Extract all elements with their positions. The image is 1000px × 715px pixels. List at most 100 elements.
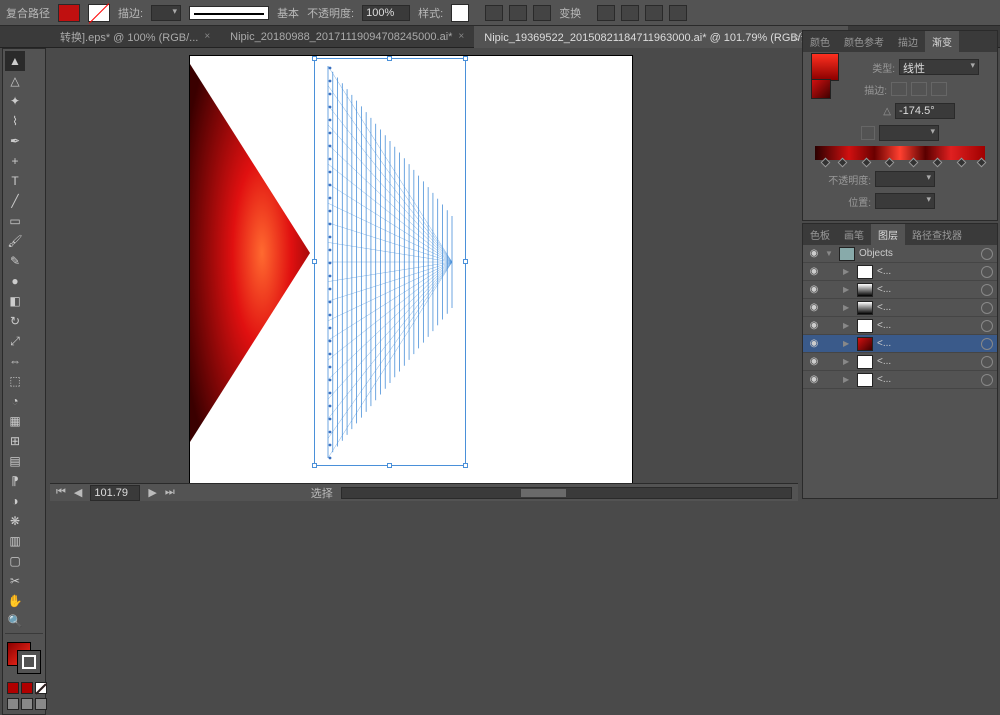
scrollbar-thumb[interactable] [521,489,566,497]
disclosure-icon[interactable]: ▶ [843,285,853,294]
direct-selection-tool[interactable]: △ [5,71,25,91]
draw-mode-icon[interactable] [21,698,33,710]
swatch[interactable] [21,682,33,694]
paintbrush-tool[interactable]: 🖌 [5,231,25,251]
canvas-area[interactable] [50,48,798,483]
gradient-stop[interactable] [956,158,966,168]
selection-handle[interactable] [387,463,392,468]
panel-tab-pathfinder[interactable]: 路径查找器 [905,224,969,245]
gradient-type-select[interactable]: 线性 [899,59,979,75]
panel-tab-swatches[interactable]: 色板 [803,224,837,245]
selection-handle[interactable] [312,56,317,61]
opacity-label[interactable]: 不透明度: [307,5,354,21]
angle-input[interactable] [895,103,955,119]
gradient-stop[interactable] [820,158,830,168]
transform-icon[interactable] [645,5,663,21]
draw-mode-icon[interactable] [35,698,47,710]
line-tool[interactable]: ╱ [5,191,25,211]
document-tab[interactable]: 转换].eps* @ 100% (RGB/...× [50,26,220,48]
disclosure-icon[interactable]: ▶ [843,321,853,330]
disclosure-icon[interactable]: ▶ [843,339,853,348]
transform-link[interactable]: 变换 [559,5,581,21]
target-icon[interactable] [981,266,993,278]
mesh-tool[interactable]: ⊞ [5,431,25,451]
visibility-icon[interactable]: ◉ [807,320,821,331]
target-icon[interactable] [981,302,993,314]
stroke-style-preview[interactable] [189,6,269,20]
stop-position-input[interactable] [875,193,935,209]
first-artboard-icon[interactable]: ⏮ [56,486,66,499]
scale-tool[interactable]: ⤢ [5,331,25,351]
hand-tool[interactable]: ✋ [5,591,25,611]
layer-row[interactable]: ◉ ▼ Objects [803,245,997,263]
panel-tab-layers[interactable]: 图层 [871,224,905,245]
rotate-tool[interactable]: ↻ [5,311,25,331]
layer-row[interactable]: ◉▶<... [803,335,997,353]
lasso-tool[interactable]: ⌇ [5,111,25,131]
stroke-color-chip[interactable] [88,4,110,22]
stroke-weight-select[interactable] [151,5,181,21]
panel-tab-stroke[interactable]: 描边 [891,31,925,52]
target-icon[interactable] [981,284,993,296]
last-artboard-icon[interactable]: ⏭ [165,486,175,499]
layer-row[interactable]: ◉▶<... [803,263,997,281]
symbol-sprayer-tool[interactable]: ❋ [5,511,25,531]
align-icon[interactable] [509,5,527,21]
artboard-tool[interactable]: ▢ [5,551,25,571]
selection-tool[interactable]: ▲ [5,51,25,71]
target-icon[interactable] [981,338,993,350]
transform-icon[interactable] [669,5,687,21]
type-tool[interactable]: T [5,171,25,191]
pen-tool[interactable]: ✒ [5,131,25,151]
selection-handle[interactable] [312,463,317,468]
target-icon[interactable] [981,248,993,260]
stop-opacity-input[interactable] [875,171,935,187]
gradient-stop[interactable] [933,158,943,168]
selection-bounding-box[interactable] [314,58,466,466]
panel-tab-gradient[interactable]: 渐变 [925,31,959,52]
eyedropper-tool[interactable]: ⁋ [5,471,25,491]
next-artboard-icon[interactable]: ▶ [148,486,156,499]
selection-handle[interactable] [463,56,468,61]
draw-mode-icon[interactable] [7,698,19,710]
stroke-type-icon[interactable] [931,82,947,96]
document-tab[interactable]: Nipic_20180988_20171119094708245000.ai*× [220,28,474,46]
width-tool[interactable]: ⇔ [5,351,25,371]
aspect-select[interactable] [879,125,939,141]
visibility-icon[interactable]: ◉ [807,356,821,367]
selection-handle[interactable] [463,463,468,468]
zoom-input[interactable] [90,485,140,501]
transform-icon[interactable] [597,5,615,21]
visibility-icon[interactable]: ◉ [807,266,821,277]
rectangle-tool[interactable]: ▭ [5,211,25,231]
gradient-fill-swatch[interactable] [811,79,831,99]
stroke-type-icon[interactable] [911,82,927,96]
layer-row[interactable]: ◉▶<... [803,317,997,335]
selection-handle[interactable] [463,259,468,264]
gradient-stop[interactable] [837,158,847,168]
layer-row[interactable]: ◉▶<... [803,371,997,389]
close-icon[interactable]: × [204,31,210,42]
free-transform-tool[interactable]: ⬚ [5,371,25,391]
pencil-tool[interactable]: ✎ [5,251,25,271]
layer-row[interactable]: ◉▶<... [803,299,997,317]
slice-tool[interactable]: ✂ [5,571,25,591]
zoom-tool[interactable]: 🔍 [5,611,25,631]
fill-color-chip[interactable] [58,4,80,22]
target-icon[interactable] [981,320,993,332]
disclosure-icon[interactable]: ▶ [843,357,853,366]
tab-overflow-icon[interactable]: » [793,30,800,44]
magic-wand-tool[interactable]: ✦ [5,91,25,111]
shape-builder-tool[interactable]: ◔ [5,391,25,411]
stroke-swatch[interactable] [17,650,41,674]
visibility-icon[interactable]: ◉ [807,374,821,385]
blob-brush-tool[interactable]: ● [5,271,25,291]
prev-artboard-icon[interactable]: ◀ [74,486,82,499]
document-tab[interactable]: Nipic_19369522_20150821184711963000.ai* … [474,26,848,48]
horizontal-scrollbar[interactable] [341,487,792,499]
gradient-stop[interactable] [861,158,871,168]
visibility-icon[interactable]: ◉ [807,302,821,313]
disclosure-icon[interactable]: ▼ [825,249,835,258]
swatch[interactable] [35,682,47,694]
transform-icon[interactable] [621,5,639,21]
